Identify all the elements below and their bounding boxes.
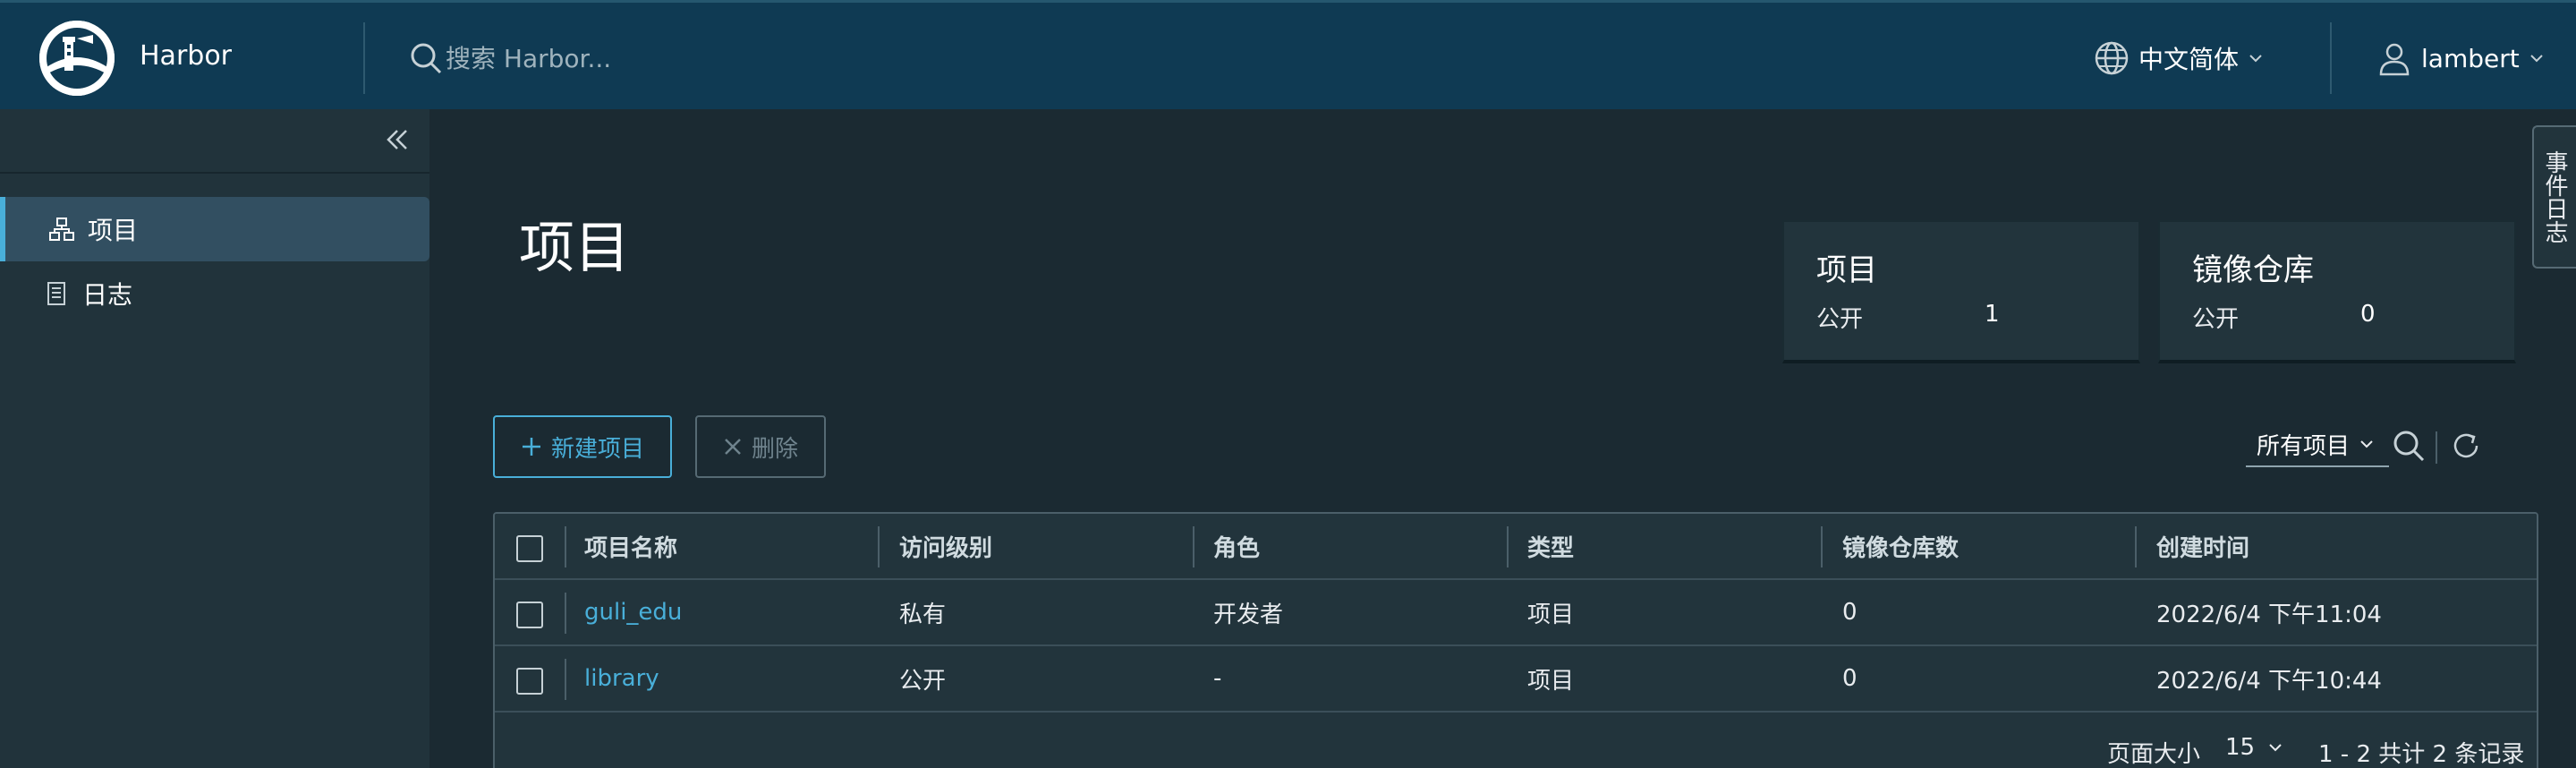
close-icon bbox=[725, 439, 741, 455]
column-divider[interactable] bbox=[1193, 526, 1194, 567]
column-header-access[interactable]: 访问级别 bbox=[899, 514, 992, 578]
column-divider[interactable] bbox=[2135, 526, 2137, 567]
table-row: guli_edu 私有 开发者 项目 0 2022/6/4 下午11:04 bbox=[495, 580, 2537, 646]
column-header-name[interactable]: 项目名称 bbox=[584, 514, 677, 578]
summary-public-label: 公开 bbox=[2192, 306, 2240, 333]
plus-icon bbox=[522, 438, 540, 456]
search-icon bbox=[411, 43, 442, 74]
summary-card-repositories: 镜像仓库 公开 0 bbox=[2158, 220, 2516, 363]
project-name-link[interactable]: library bbox=[584, 646, 659, 711]
sidebar-item-projects[interactable]: 项目 bbox=[0, 197, 429, 261]
access-level-cell: 私有 bbox=[899, 601, 947, 628]
header-divider bbox=[363, 22, 365, 94]
sidebar-item-label: 日志 bbox=[82, 280, 133, 310]
repo-count-cell: 0 bbox=[1842, 599, 1858, 626]
row-checkbox[interactable] bbox=[516, 602, 543, 628]
search-icon[interactable] bbox=[2391, 428, 2427, 464]
summary-public-label: 公开 bbox=[1816, 306, 1864, 333]
summary-public-count: 1 bbox=[1985, 301, 2000, 328]
table-footer: 页面大小 15 1 - 2 共计 2 条记录 bbox=[495, 714, 2537, 768]
created-time-cell: 2022/6/4 下午10:44 bbox=[2156, 667, 2382, 695]
username-label: lambert bbox=[2421, 43, 2520, 73]
chevron-down-icon bbox=[2529, 55, 2543, 63]
filter-label: 所有项目 bbox=[2257, 432, 2351, 460]
row-checkbox[interactable] bbox=[516, 668, 543, 695]
column-divider bbox=[565, 659, 566, 700]
refresh-icon[interactable] bbox=[2448, 428, 2484, 464]
column-divider[interactable] bbox=[878, 526, 880, 567]
user-icon bbox=[2379, 43, 2410, 76]
column-divider[interactable] bbox=[1821, 526, 1823, 567]
global-search-input[interactable] bbox=[446, 37, 893, 80]
projects-table: 项目名称 访问级别 角色 类型 镜像仓库数 创建时间 guli_edu 私有 开… bbox=[493, 512, 2538, 768]
summary-card-title: 项目 bbox=[1816, 252, 1877, 288]
header-divider bbox=[2330, 22, 2332, 94]
project-name-link[interactable]: guli_edu bbox=[584, 580, 682, 644]
select-all-checkbox[interactable] bbox=[516, 535, 543, 562]
pagination-summary: 1 - 2 共计 2 条记录 bbox=[2318, 741, 2525, 768]
type-cell: 项目 bbox=[1527, 667, 1575, 695]
sidebar: 项目 日志 bbox=[0, 109, 429, 768]
sidebar-divider bbox=[0, 172, 429, 174]
event-log-tab[interactable]: 事件日志 bbox=[2532, 125, 2576, 269]
repo-count-cell: 0 bbox=[1842, 665, 1858, 692]
column-header-repo-count[interactable]: 镜像仓库数 bbox=[1842, 514, 1959, 578]
table-row: library 公开 - 项目 0 2022/6/4 下午10:44 bbox=[495, 646, 2537, 713]
app-header: Harbor 中文简体 lambert bbox=[0, 0, 2576, 109]
column-header-type[interactable]: 类型 bbox=[1527, 514, 1574, 578]
column-header-role[interactable]: 角色 bbox=[1213, 514, 1260, 578]
sidebar-item-label: 项目 bbox=[88, 216, 139, 245]
language-label: 中文简体 bbox=[2138, 45, 2240, 74]
role-cell: - bbox=[1213, 665, 1222, 692]
column-header-created[interactable]: 创建时间 bbox=[2156, 514, 2249, 578]
globe-icon bbox=[2095, 41, 2129, 75]
sidebar-item-logs[interactable]: 日志 bbox=[0, 261, 429, 326]
chevron-down-icon bbox=[2360, 440, 2373, 448]
page-size-select[interactable]: 15 bbox=[2225, 734, 2283, 761]
user-menu[interactable]: lambert bbox=[2376, 38, 2545, 78]
summary-card-title: 镜像仓库 bbox=[2192, 252, 2314, 288]
collapse-sidebar-icon[interactable] bbox=[379, 124, 415, 156]
delete-label: 删除 bbox=[751, 434, 798, 462]
event-log-label: 事件日志 bbox=[2541, 150, 2568, 243]
projects-icon bbox=[49, 218, 74, 241]
main-content: 项目 项目 公开 1 镜像仓库 公开 0 新建项目 删除 所有项目 项目名称 访… bbox=[429, 109, 2576, 768]
harbor-logo[interactable] bbox=[39, 21, 115, 96]
language-selector[interactable]: 中文简体 bbox=[2094, 38, 2264, 78]
type-cell: 项目 bbox=[1527, 601, 1575, 628]
chevron-down-icon bbox=[2269, 744, 2282, 752]
page-title: 项目 bbox=[519, 215, 631, 280]
created-time-cell: 2022/6/4 下午11:04 bbox=[2156, 601, 2382, 628]
toolbar-divider bbox=[2436, 431, 2437, 464]
delete-button[interactable]: 删除 bbox=[695, 415, 826, 478]
summary-public-count: 0 bbox=[2360, 301, 2376, 328]
table-header-row: 项目名称 访问级别 角色 类型 镜像仓库数 创建时间 bbox=[495, 514, 2537, 580]
column-divider[interactable] bbox=[1507, 526, 1509, 567]
column-divider bbox=[565, 593, 566, 634]
page-size-value: 15 bbox=[2225, 734, 2256, 761]
column-divider bbox=[565, 526, 566, 567]
new-project-button[interactable]: 新建项目 bbox=[493, 415, 672, 478]
chevron-down-icon bbox=[2249, 55, 2262, 63]
page-size-label: 页面大小 bbox=[2107, 741, 2201, 768]
role-cell: 开发者 bbox=[1213, 601, 1284, 628]
summary-card-projects: 项目 公开 1 bbox=[1782, 220, 2140, 363]
logs-icon bbox=[47, 282, 65, 305]
project-filter-select[interactable]: 所有项目 bbox=[2246, 422, 2389, 467]
new-project-label: 新建项目 bbox=[550, 434, 644, 462]
access-level-cell: 公开 bbox=[899, 667, 947, 695]
brand-name: Harbor bbox=[140, 40, 233, 72]
